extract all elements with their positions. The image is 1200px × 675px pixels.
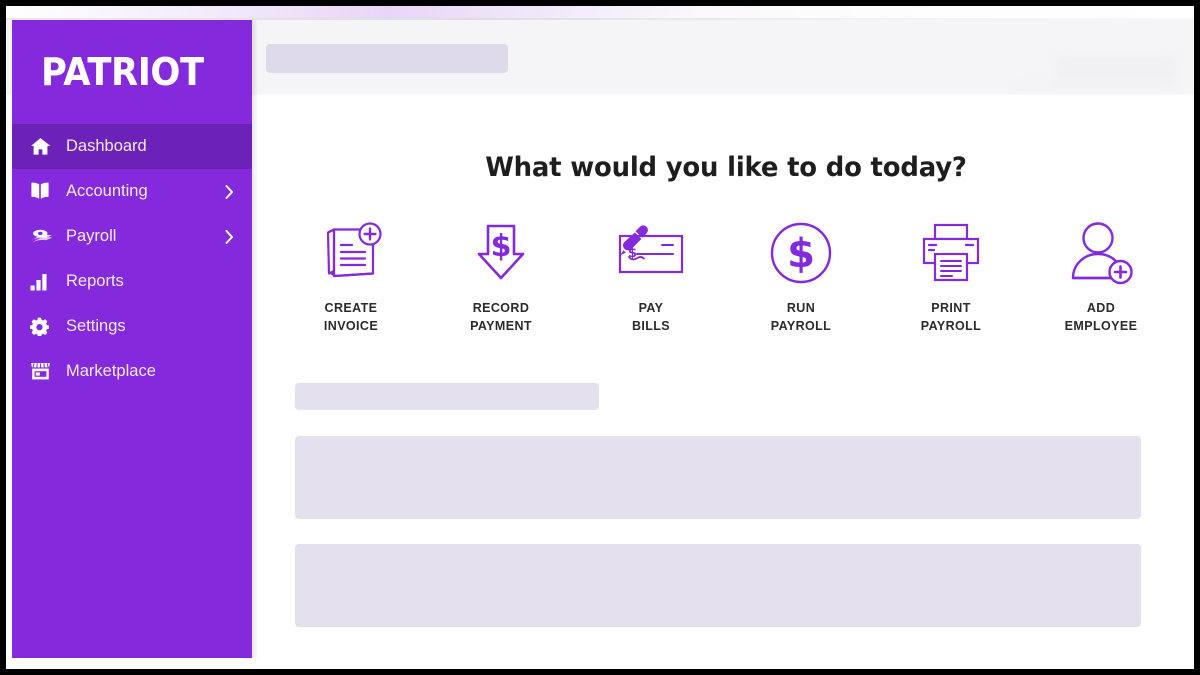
gear-icon bbox=[30, 317, 58, 336]
chevron-right-icon bbox=[225, 229, 234, 244]
top-gradient-sliver bbox=[6, 6, 1194, 18]
quick-action-add-employee[interactable]: ADD EMPLOYEE bbox=[1026, 215, 1176, 336]
quick-action-pay-bills[interactable]: $ PAY BILLS bbox=[576, 215, 726, 336]
dashboard-widgets bbox=[258, 382, 1194, 627]
widget-placeholder-2 bbox=[295, 543, 1141, 627]
chevron-right-icon bbox=[225, 184, 234, 199]
arrow-down-dollar-icon: $ bbox=[468, 215, 534, 291]
sidebar-item-label: Reports bbox=[66, 271, 124, 290]
printer-icon bbox=[918, 215, 984, 291]
quick-action-label: ADD EMPLOYEE bbox=[1064, 301, 1138, 333]
sidebar-item-settings[interactable]: Settings bbox=[12, 304, 252, 349]
svg-text:$: $ bbox=[787, 231, 815, 277]
sidebar-item-label: Accounting bbox=[66, 181, 148, 200]
check-pen-icon: $ bbox=[612, 215, 690, 291]
quick-action-create-invoice[interactable]: CREATE INVOICE bbox=[276, 215, 426, 336]
storefront-icon bbox=[30, 362, 58, 381]
brand-logo[interactable]: PATRIOT bbox=[12, 20, 252, 124]
sidebar-item-label: Settings bbox=[66, 316, 126, 335]
footer-gutter bbox=[258, 658, 1194, 669]
user-add-icon bbox=[1068, 215, 1134, 291]
sidebar-item-accounting[interactable]: Accounting bbox=[12, 169, 252, 214]
header-ghost-content-1 bbox=[1056, 56, 1176, 82]
sidebar: PATRIOT Dashboard Accounting Payroll Rep… bbox=[12, 20, 252, 658]
sidebar-item-dashboard[interactable]: Dashboard bbox=[12, 124, 252, 169]
sidebar-item-label: Dashboard bbox=[66, 136, 147, 155]
widget-placeholder-1 bbox=[295, 435, 1141, 519]
page-title: What would you like to do today? bbox=[485, 152, 967, 183]
window-frame: PATRIOT Dashboard Accounting Payroll Rep… bbox=[0, 0, 1200, 675]
section-title-placeholder bbox=[295, 382, 599, 410]
sidebar-item-label: Marketplace bbox=[66, 361, 156, 380]
sidebar-item-marketplace[interactable]: Marketplace bbox=[12, 349, 252, 394]
quick-action-record-payment[interactable]: $ RECORD PAYMENT bbox=[426, 215, 576, 336]
quick-action-label: RUN PAYROLL bbox=[770, 301, 832, 333]
quick-action-print-payroll[interactable]: PRINT PAYROLL bbox=[876, 215, 1026, 336]
quick-action-label: RECORD PAYMENT bbox=[470, 301, 532, 333]
main-content: What would you like to do today? CREATE … bbox=[258, 95, 1194, 658]
sidebar-item-reports[interactable]: Reports bbox=[12, 259, 252, 304]
app-viewport: PATRIOT Dashboard Accounting Payroll Rep… bbox=[6, 6, 1194, 669]
svg-text:$: $ bbox=[491, 229, 512, 264]
footer-left-gutter bbox=[12, 658, 258, 669]
invoice-add-icon bbox=[318, 215, 384, 291]
quick-actions-row: CREATE INVOICE $ RECORD PAYMENT $ PAY BI… bbox=[258, 215, 1194, 336]
quick-action-label: PAY BILLS bbox=[631, 301, 671, 333]
home-icon bbox=[30, 137, 58, 156]
dollar-circle-icon: $ bbox=[768, 215, 834, 291]
quick-action-label: CREATE INVOICE bbox=[323, 301, 379, 333]
sidebar-item-label: Payroll bbox=[66, 226, 117, 245]
book-icon bbox=[30, 182, 58, 201]
quick-action-run-payroll[interactable]: $ RUN PAYROLL bbox=[726, 215, 876, 336]
money-icon bbox=[30, 229, 58, 245]
breadcrumb-placeholder bbox=[266, 44, 508, 73]
brand-logo-text: PATRIOT bbox=[41, 50, 204, 94]
sidebar-item-payroll[interactable]: Payroll bbox=[12, 214, 252, 259]
bar-chart-icon bbox=[30, 273, 58, 291]
quick-action-label: PRINT PAYROLL bbox=[920, 301, 982, 333]
header-ghost-content-2 bbox=[1016, 82, 1176, 88]
